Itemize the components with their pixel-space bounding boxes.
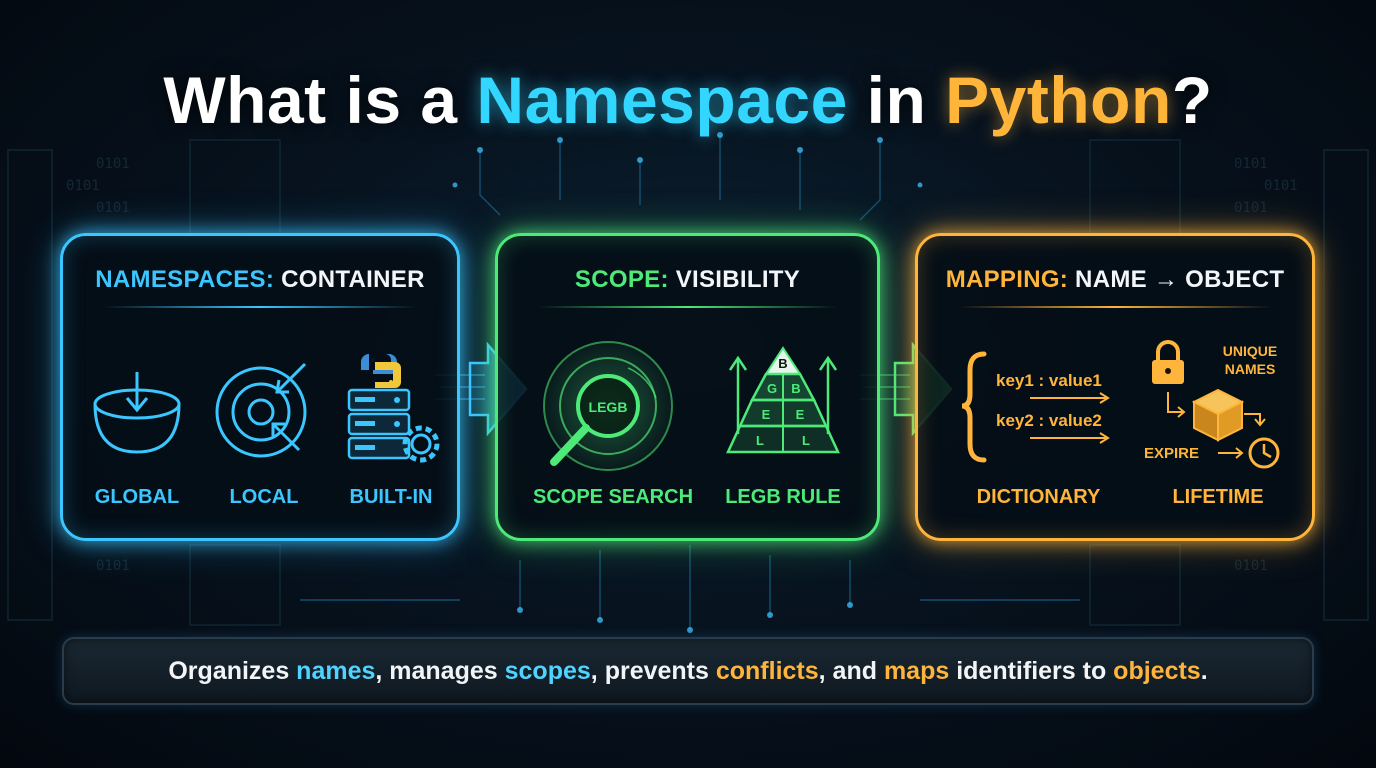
title-text: in <box>847 63 946 137</box>
summary-highlight: names <box>296 657 376 685</box>
svg-text:0101: 0101 <box>1264 178 1298 194</box>
heading-rest: NAME → OBJECT <box>1068 266 1285 293</box>
lock-cube-clock-icon: UNIQUE NAMES EXPIRE <box>1144 340 1280 469</box>
dict-entry: key1 : value1 <box>996 371 1102 390</box>
item-label-built-in: BUILT-IN <box>349 486 433 508</box>
item-label-dictionary: DICTIONARY <box>976 486 1101 508</box>
summary-banner: Organizes names, manages scopes, prevent… <box>62 637 1314 705</box>
item-label-lifetime: LIFETIME <box>1172 486 1264 508</box>
svg-text:0101: 0101 <box>96 156 130 172</box>
panel-scope: SCOPE: VISIBILITY LEGB SCOPE SEARCH B G <box>495 233 880 541</box>
page-title: What is a Namespace in Python? <box>0 62 1376 138</box>
panel-heading: NAMESPACES: CONTAINER <box>63 266 457 294</box>
panel-heading: MAPPING: NAME → OBJECT <box>918 266 1312 294</box>
summary-text: identifiers to <box>949 657 1114 685</box>
pyramid-letter: G <box>767 381 777 396</box>
svg-text:0101: 0101 <box>1234 558 1268 574</box>
summary-text: Organizes <box>168 657 297 685</box>
summary-highlight: conflicts <box>715 657 819 685</box>
pyramid-letter: B <box>778 356 787 371</box>
title-namespace: Namespace <box>476 63 848 137</box>
item-label-local: LOCAL <box>229 486 299 508</box>
panel-namespaces: NAMESPACES: CONTAINER GLOBAL LOCAL BUILT… <box>60 233 460 541</box>
panel-mapping: MAPPING: NAME → OBJECT key1 : value1 key… <box>915 233 1315 541</box>
heading-key: MAPPING: <box>945 266 1069 293</box>
title-text: What is a <box>163 63 477 137</box>
summary-text: , manages <box>375 657 505 685</box>
summary-text: , and <box>818 657 884 685</box>
panel-heading: SCOPE: VISIBILITY <box>498 266 877 294</box>
item-label-scope-search: SCOPE SEARCH <box>532 486 694 508</box>
target-arrows-icon <box>215 362 307 458</box>
heading-rest: VISIBILITY <box>668 266 801 293</box>
svg-text:0101: 0101 <box>66 178 100 194</box>
python-server-gear-icon <box>347 354 440 463</box>
svg-text:0101: 0101 <box>1234 156 1268 172</box>
pyramid-icon: B G B E E L L <box>726 346 840 454</box>
expire-label: EXPIRE <box>1144 445 1199 462</box>
heading-key: SCOPE: <box>574 266 669 293</box>
summary-highlight: objects <box>1113 657 1201 685</box>
svg-text:0101: 0101 <box>1234 200 1268 216</box>
item-label-legb-rule: LEGB RULE <box>725 486 841 508</box>
unique-label: UNIQUE <box>1223 343 1277 359</box>
heading-rest: CONTAINER <box>274 266 425 293</box>
magnifier-radar-icon: LEGB <box>543 341 673 471</box>
divider <box>103 306 417 308</box>
unique-label: NAMES <box>1225 361 1276 377</box>
summary-highlight: maps <box>883 657 950 685</box>
bowl-arrow-icon <box>93 372 181 454</box>
pyramid-letter: L <box>756 433 764 448</box>
summary-text: , prevents <box>590 657 716 685</box>
dict-entry: key2 : value2 <box>996 411 1102 430</box>
pyramid-letter: L <box>802 433 810 448</box>
summary-text: . <box>1200 657 1208 685</box>
pyramid-letter: E <box>796 407 805 422</box>
summary-highlight: scopes <box>504 657 591 685</box>
divider <box>538 306 837 308</box>
svg-text:0101: 0101 <box>96 558 130 574</box>
item-label-global: GLOBAL <box>94 486 180 508</box>
pyramid-letter: E <box>762 407 771 422</box>
magnifier-text: LEGB <box>589 399 628 415</box>
title-python: Python <box>945 63 1172 137</box>
heading-key: NAMESPACES: <box>95 266 275 293</box>
svg-text:0101: 0101 <box>96 200 130 216</box>
curly-brace-icon: key1 : value1 key2 : value2 <box>961 351 1110 463</box>
pyramid-letter: B <box>791 381 800 396</box>
divider <box>958 306 1272 308</box>
title-text: ? <box>1171 63 1213 137</box>
